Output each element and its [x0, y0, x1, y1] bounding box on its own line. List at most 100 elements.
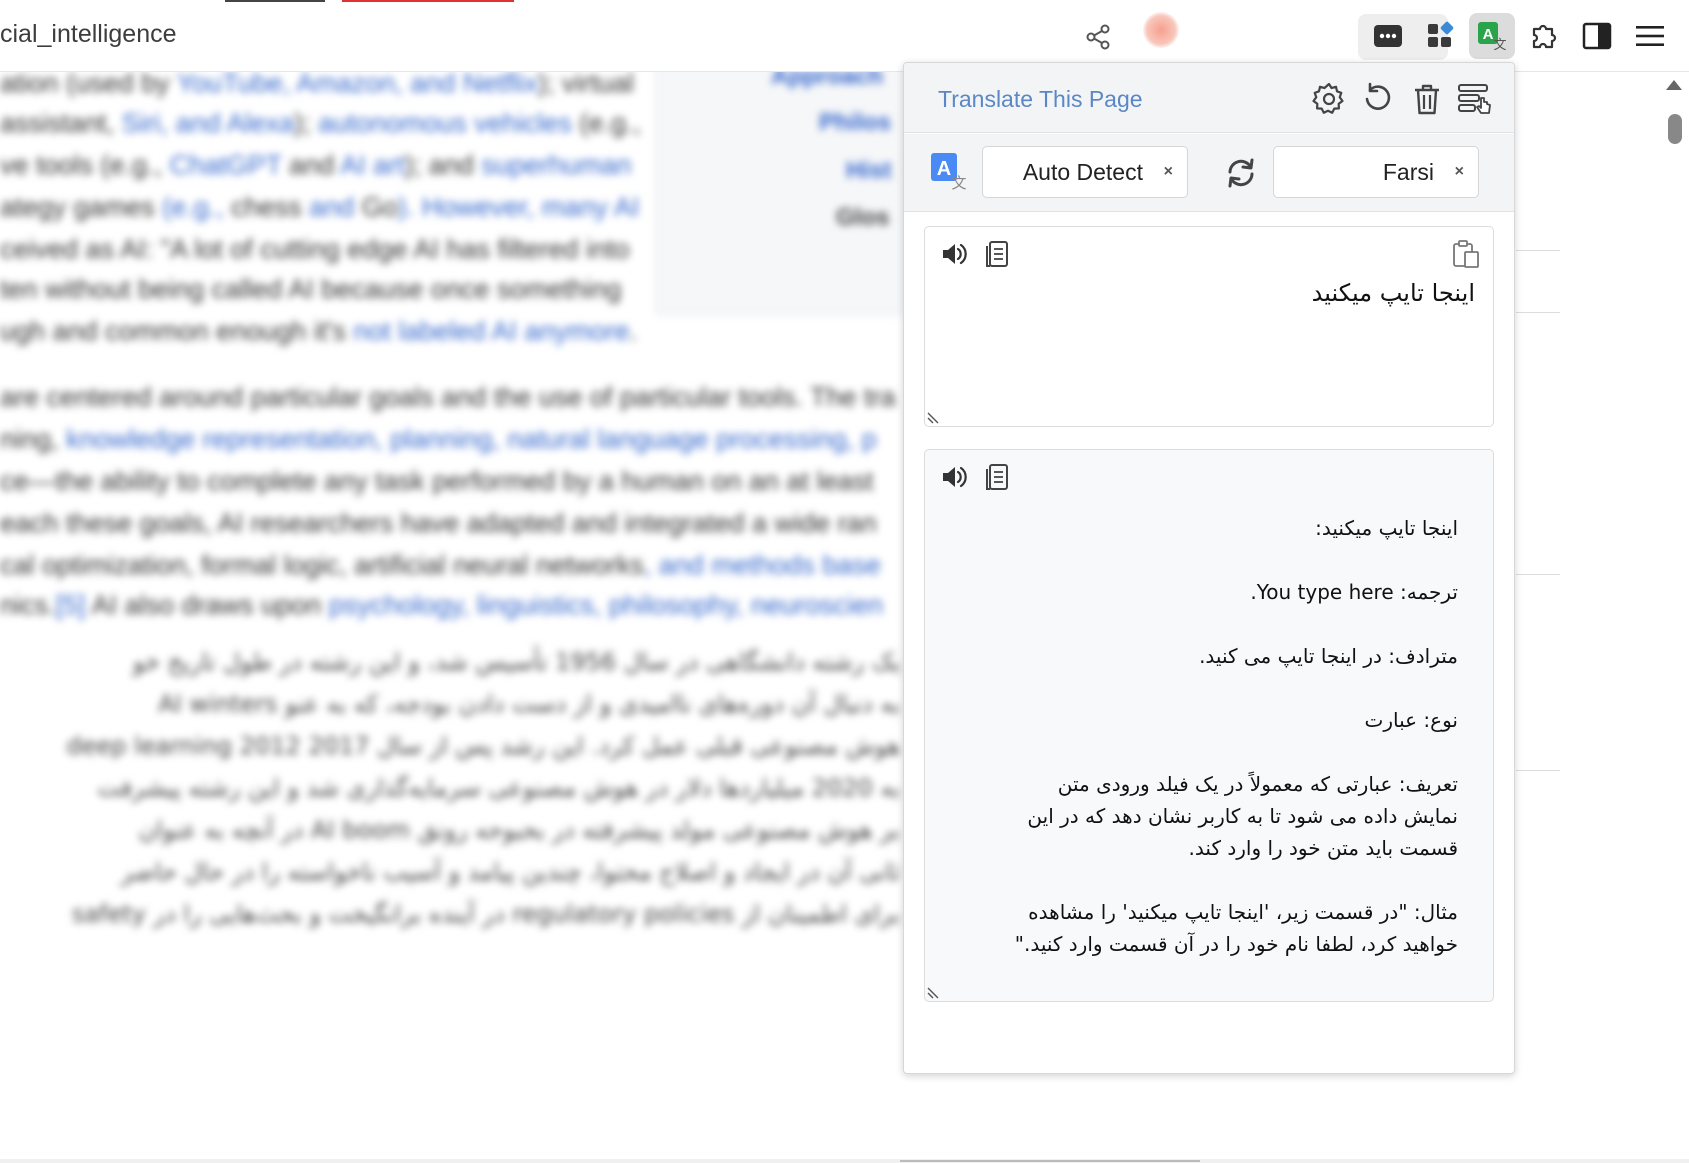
- article-link[interactable]: knowledge representation, planning, natu…: [66, 424, 877, 454]
- tab-indicator-active: [342, 0, 514, 2]
- article-text: .: [629, 316, 638, 346]
- article-link[interactable]: ). However, many AI: [398, 192, 640, 222]
- scrollbar-thumb[interactable]: [1668, 114, 1682, 144]
- sidebar-toggle-button[interactable]: [1574, 13, 1620, 59]
- settings-button[interactable]: [1309, 79, 1349, 119]
- svg-text:A: A: [1483, 26, 1494, 43]
- resize-handle-icon[interactable]: [927, 412, 939, 424]
- article-link[interactable]: ChatGPT: [170, 150, 282, 180]
- main-menu-button[interactable]: [1627, 13, 1673, 59]
- article-text: AI also draws upon: [85, 590, 329, 620]
- language-selector-bar: A 文 Auto Detect × Farsi ×: [904, 134, 1514, 212]
- article-link[interactable]: and: [302, 192, 362, 222]
- grid-apps-icon: [1428, 21, 1454, 47]
- scroll-up-arrow[interactable]: [1666, 80, 1682, 90]
- article-text: Go: [361, 192, 398, 222]
- article-line-fa: یک رشته دانشگاهی در سال 1956 تأسیس شد، و…: [132, 648, 900, 676]
- svg-text:文: 文: [951, 174, 966, 191]
- extensions-menu-button[interactable]: [1521, 13, 1567, 59]
- password-dots-icon: [1374, 25, 1402, 47]
- delete-button[interactable]: [1407, 79, 1447, 119]
- sidebar-divider: [1516, 250, 1560, 251]
- article-link[interactable]: autonomous vehicles: [318, 108, 572, 138]
- article-link[interactable]: AI art: [340, 150, 405, 180]
- translate-page-link[interactable]: Translate This Page: [938, 86, 1143, 113]
- article-line-fa: هوش مصنوعی قبلی عمل کرد. این رشد پس از س…: [66, 732, 900, 760]
- article-text: and: [281, 150, 341, 180]
- article-link[interactable]: Siri, and Alexa: [122, 108, 295, 138]
- translator-extension-button[interactable]: A 文: [1469, 13, 1515, 59]
- translator-popup: Translate This Page A 文 Auto Detect × Fa…: [903, 62, 1515, 1074]
- source-text-input[interactable]: اینجا تایپ میکنید: [1312, 279, 1475, 307]
- article-line-fa: برای اطمینان از regulatory policies در آ…: [71, 900, 900, 928]
- gear-icon: [1312, 82, 1344, 114]
- infobox-item: Glos: [836, 204, 890, 231]
- reset-button[interactable]: [1358, 79, 1398, 119]
- blurred-extension-icon[interactable]: [1143, 12, 1179, 48]
- article-text: ten without being called AI because once…: [0, 274, 622, 304]
- background-article: Approach Philos Hist Glos ation (used by…: [0, 60, 905, 1100]
- browser-window: Approach Philos Hist Glos ation (used by…: [0, 0, 1689, 1163]
- address-bar-url[interactable]: cial_intelligence: [0, 20, 177, 49]
- password-manager-button[interactable]: [1365, 13, 1411, 59]
- article-text: ve tools (e.g.,: [0, 150, 170, 180]
- paste-clipboard-icon: [1453, 240, 1479, 268]
- target-language-select[interactable]: Farsi ×: [1273, 146, 1479, 198]
- article-line-fa: به 2020 میلیاردها دلار در هوش مصنوعی سرم…: [97, 774, 900, 802]
- translation-output-text: اینجا تایپ میکنید: ترجمه: You type here.…: [1014, 516, 1458, 956]
- article-line: ceived as AI: "A lot of cutting edge AI …: [0, 234, 629, 265]
- article-text: ation (used by: [0, 68, 177, 98]
- article-text: (e.g.,: [571, 108, 641, 138]
- svg-text:A: A: [937, 158, 951, 180]
- article-line: ce—the ability to complete any task perf…: [0, 466, 873, 497]
- resize-handle-icon[interactable]: [927, 987, 939, 999]
- status-strip-accent: [900, 1160, 1200, 1162]
- copy-document-icon: [986, 241, 1008, 267]
- apps-extension-button[interactable]: [1417, 13, 1463, 59]
- article-link[interactable]: YouTube, Amazon, and Netflix: [177, 68, 538, 98]
- speak-source-button[interactable]: [937, 237, 971, 271]
- article-link[interactable]: (e.g.,: [155, 192, 232, 222]
- article-text: chess: [231, 192, 302, 222]
- article-text: ceived as AI: "A lot of cutting edge AI …: [0, 234, 630, 264]
- translation-output-panel: اینجا تایپ میکنید: ترجمه: You type here.…: [924, 449, 1494, 1002]
- article-infobox: Approach Philos Hist Glos: [655, 60, 905, 315]
- svg-text:文: 文: [1493, 38, 1506, 52]
- article-text: ce—the ability to complete any task perf…: [0, 466, 874, 496]
- article-line: ning, knowledge representation, planning…: [0, 424, 877, 455]
- article-text: each these goals, AI researchers have ad…: [0, 508, 877, 538]
- speak-translation-button[interactable]: [937, 460, 971, 494]
- clear-target-language-icon[interactable]: ×: [1455, 163, 1464, 181]
- article-line: are centered around particular goals and…: [0, 382, 896, 413]
- hand-pointer-list-icon: [1458, 84, 1491, 114]
- tab-indicator: [225, 0, 325, 2]
- article-text: ); and: [404, 150, 482, 180]
- article-line: assistant, Siri, and Alexa); autonomous …: [0, 108, 641, 139]
- article-link[interactable]: not labeled AI anymore: [353, 316, 629, 346]
- article-link[interactable]: superhuman: [481, 150, 631, 180]
- article-line: ategy games (e.g., chess and Go). Howeve…: [0, 192, 639, 223]
- article-link[interactable]: psychology, linguistics, philosophy, neu…: [329, 590, 883, 620]
- article-text: cal optimization, formal logic, artifici…: [0, 550, 644, 580]
- sidebar-divider: [1516, 312, 1560, 313]
- article-text: ning,: [0, 424, 67, 454]
- article-line: ation (used by YouTube, Amazon, and Netf…: [0, 68, 634, 99]
- source-language-select[interactable]: Auto Detect ×: [982, 146, 1188, 198]
- source-text-panel: اینجا تایپ میکنید: [924, 226, 1494, 427]
- article-line: nics.[5] AI also draws upon psychology, …: [0, 590, 883, 621]
- select-text-button[interactable]: [1455, 79, 1495, 119]
- speaker-icon: [943, 466, 967, 488]
- clear-source-language-icon[interactable]: ×: [1164, 163, 1173, 181]
- article-text: nics.: [0, 590, 56, 620]
- share-icon[interactable]: [1083, 22, 1113, 52]
- swap-languages-button[interactable]: [1222, 154, 1260, 192]
- article-link[interactable]: [5]: [56, 590, 86, 620]
- source-language-label: Auto Detect: [1022, 159, 1143, 185]
- sidebar-divider: [1516, 574, 1560, 575]
- copy-source-button[interactable]: [979, 237, 1013, 271]
- speaker-icon: [943, 243, 967, 265]
- article-link[interactable]: , and methods base: [644, 550, 881, 580]
- article-text: ategy games: [0, 192, 155, 222]
- copy-translation-button[interactable]: [979, 460, 1013, 494]
- paste-button[interactable]: [1449, 237, 1483, 271]
